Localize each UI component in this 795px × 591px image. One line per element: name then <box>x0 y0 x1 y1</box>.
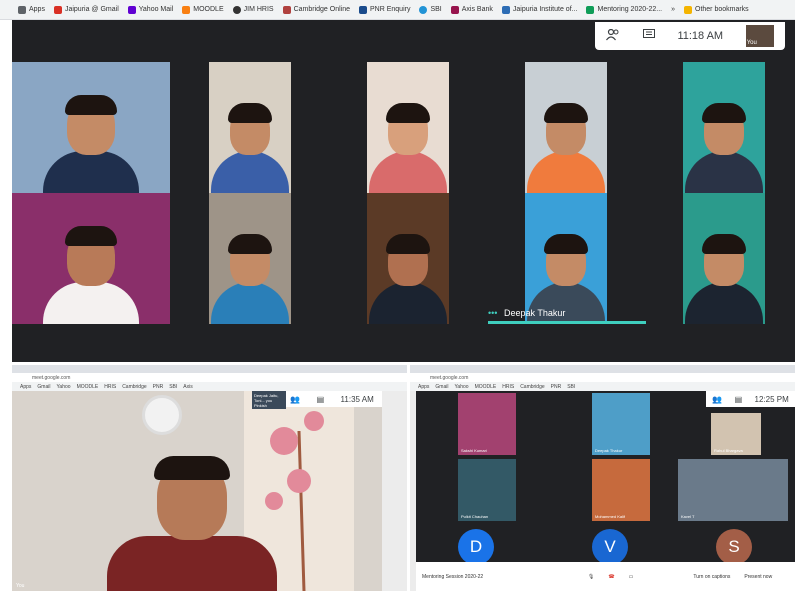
gmail-icon <box>53 5 62 14</box>
browser-address-bar: meet.google.com <box>12 373 407 382</box>
browser-bookmarks-bar: Apps Gmail Yahoo MOODLE HRIS Cambridge PNR SBI <box>410 382 795 391</box>
meet-clock: 11:35 AM <box>340 394 374 404</box>
participant-figure <box>211 234 289 324</box>
meet-topbar-mini: 👥 ▤ 12:25 PM <box>706 391 795 407</box>
chat-icon[interactable]: ▤ <box>735 395 743 404</box>
you-label: You <box>16 583 25 589</box>
chat-icon[interactable] <box>642 29 655 43</box>
bookmark-yahoo[interactable]: Yahoo Mail <box>127 5 173 14</box>
meet-topbar-mini: 👥 ▤ 11:35 AM <box>282 391 382 407</box>
screenshot-lower-left: meet.google.com Apps Gmail Yahoo MOODLE HRIS… <box>12 365 407 591</box>
mini-tile[interactable]: Kavel T <box>678 459 788 521</box>
speaking-indicator <box>488 321 646 324</box>
meet-grid-mini: 👥 ▤ 12:25 PM Sakshi Kumari Deepak Thakur… <box>416 391 795 591</box>
participant-tile[interactable] <box>12 193 170 324</box>
people-icon[interactable]: 👥 <box>290 395 300 404</box>
captions-button[interactable]: Turn on captions <box>693 574 730 580</box>
bookmark-cambridge[interactable]: Cambridge Online <box>282 5 350 14</box>
mini-tile[interactable]: Mohammed Kalif <box>592 459 650 521</box>
axis-icon <box>450 5 459 14</box>
chat-icon[interactable]: ▤ <box>317 395 325 404</box>
meeting-title: Mentoring Session 2020-22 <box>422 573 484 580</box>
bookmark-pnr[interactable]: PNR Enquiry <box>359 5 410 14</box>
avatar-v[interactable]: V <box>592 529 628 565</box>
screenshot-lower-right: meet.google.com Apps Gmail Yahoo MOODLE HRIS… <box>410 365 795 591</box>
participant-figure <box>211 103 289 193</box>
meet-clock: 11:18 AM <box>677 30 724 42</box>
participant-tile-speaking[interactable] <box>525 193 607 324</box>
bookmark-sbi[interactable]: SBI <box>419 5 442 14</box>
audio-dots-icon: ••• <box>488 308 498 318</box>
browser-tab-strip <box>410 365 795 373</box>
moodle-icon <box>182 5 191 14</box>
bookmark-moodle[interactable]: MOODLE <box>182 5 224 14</box>
bookmarks-more[interactable]: » <box>671 6 675 13</box>
browser-bookmarks-bar: Apps Gmail Yahoo MOODLE HRIS Cambridge PNR SBI A… <box>12 382 407 391</box>
participant-tile[interactable] <box>683 193 765 324</box>
sheets-icon <box>586 5 595 14</box>
bookmark-gmail[interactable]: Jaipuria @ Gmail <box>53 5 119 14</box>
video-feed-main: 👥 ▤ 11:35 AM Deepak Jaitu, Toni... you P… <box>12 391 382 591</box>
meet-topbar: 11:18 AM You <box>595 22 785 50</box>
bookmarks-bar: Apps Jaipuria @ Gmail Yahoo Mail MOODLE … <box>0 0 795 20</box>
participant-tile[interactable] <box>683 62 765 193</box>
participant-tile[interactable] <box>525 62 607 193</box>
avatar-s[interactable]: S <box>716 529 752 565</box>
folder-icon <box>684 5 692 14</box>
jaipuria-icon <box>501 5 510 14</box>
present-button[interactable]: Present now <box>744 574 772 580</box>
apps-icon <box>18 5 26 14</box>
participant-tile[interactable] <box>367 62 449 193</box>
people-icon[interactable]: 👥 <box>712 395 722 404</box>
speaker-name-tag: ••• Deepak Thakur <box>488 308 566 318</box>
meet-controls: Mentoring Session 2020-22 🎙 ☎ ▭ Turn on … <box>416 562 795 591</box>
participant-tile[interactable] <box>209 193 291 324</box>
meet-grid-top: 11:18 AM You ••• Deepak Thakur <box>12 20 795 362</box>
avatar-d[interactable]: D <box>458 529 494 565</box>
mini-tile[interactable]: Deepak Thakur <box>592 393 650 455</box>
participant-figure <box>685 234 763 324</box>
participant-figure <box>43 95 139 193</box>
bookmark-hris[interactable]: JIM HRIS <box>232 5 274 14</box>
bookmark-mentoring[interactable]: Mentoring 2020-22... <box>586 5 662 14</box>
host-figure <box>107 456 277 591</box>
overlay-note: Deepak Jaitu, Toni... you Pinkish <box>252 391 286 409</box>
participant-figure <box>369 103 447 193</box>
participant-figure <box>527 103 605 193</box>
meet-clock: 12:25 PM <box>754 394 789 404</box>
participant-figure <box>685 103 763 193</box>
participant-tile[interactable] <box>367 193 449 324</box>
mini-tile[interactable]: Sakshi Kumari <box>458 393 516 455</box>
participant-figure <box>369 234 447 324</box>
browser-tab-strip <box>12 365 407 373</box>
hangup-button[interactable]: ☎ <box>608 574 614 580</box>
bookmark-other[interactable]: Other bookmarks <box>684 5 749 14</box>
bookmark-jaipuria[interactable]: Jaipuria Institute of... <box>501 5 577 14</box>
cambridge-icon <box>282 5 291 14</box>
mini-tile[interactable]: Pulkit Chauhan <box>458 459 516 521</box>
participant-figure <box>43 226 139 324</box>
mini-tile[interactable]: Rahul Bhargava <box>711 413 761 455</box>
sbi-icon <box>419 5 428 14</box>
globe-icon <box>232 5 241 14</box>
wall-clock <box>142 395 182 435</box>
yahoo-icon <box>127 5 136 14</box>
mic-button[interactable]: 🎙 <box>588 574 594 580</box>
camera-button[interactable]: ▭ <box>629 574 634 580</box>
participant-tile[interactable] <box>12 62 170 193</box>
bookmark-apps[interactable]: Apps <box>18 5 45 14</box>
participant-tile[interactable] <box>209 62 291 193</box>
pnr-icon <box>359 5 367 14</box>
bookmark-axis[interactable]: Axis Bank <box>450 5 493 14</box>
people-icon[interactable] <box>606 28 620 44</box>
self-view[interactable]: You <box>745 25 774 47</box>
browser-address-bar: meet.google.com <box>410 373 795 382</box>
